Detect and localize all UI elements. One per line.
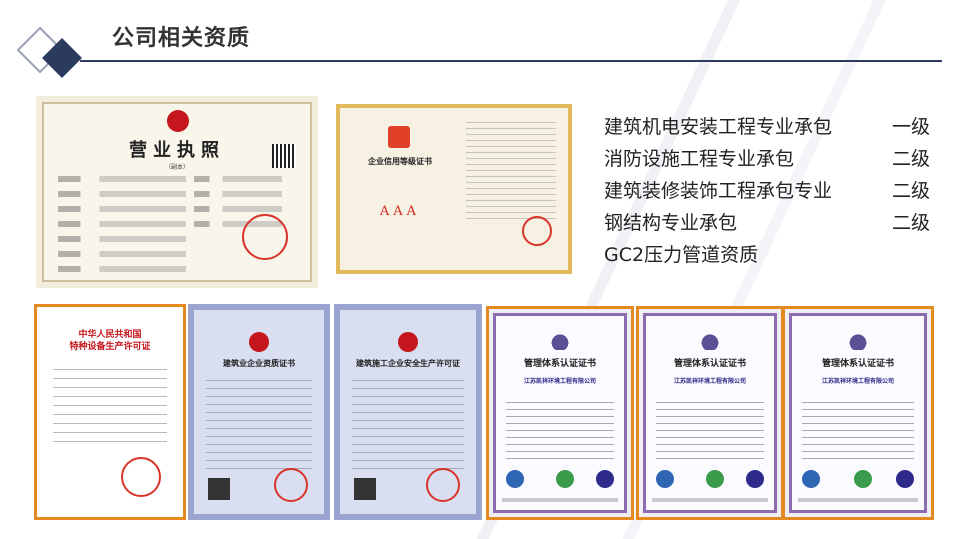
red-seal-icon: [426, 468, 460, 502]
mgmt-footer-line: [798, 498, 918, 502]
mgmt-cert-title: 管理体系认证证书: [821, 359, 894, 369]
certification-mark-icon: [846, 326, 870, 350]
qualification-item: 消防设施工程专业承包 二级: [604, 144, 934, 176]
qualification-text-lines: [206, 380, 312, 470]
accreditation-logos: [802, 470, 914, 488]
qualification-level: 一级: [891, 116, 930, 138]
accreditation-logo-icon: [854, 470, 872, 488]
enterprise-qualification-certificate-image: 建筑业企业资质证书: [188, 304, 330, 520]
qr-code-icon: [208, 478, 230, 500]
qualification-list: 建筑机电安装工程专业承包 一级 消防设施工程专业承包 二级 建筑装修装饰工程承包…: [604, 112, 934, 272]
management-system-certificate-image: 管理体系认证证书 江苏凯祥环境工程有限公司: [636, 306, 784, 520]
business-license-image: 营业执照 （副本）: [36, 96, 318, 288]
qualification-item: 建筑机电安装工程专业承包 一级: [604, 112, 934, 144]
mgmt-cert-company: 江苏凯祥环境工程有限公司: [673, 378, 746, 385]
safety-text-lines: [352, 380, 464, 470]
qualification-level: 二级: [891, 148, 930, 170]
certification-mark-icon: [548, 326, 572, 350]
qualification-cert-title: 建筑业企业资质证书: [223, 359, 295, 368]
credit-logo-icon: [388, 126, 410, 148]
license-subtitle: （副本）: [164, 164, 189, 171]
credit-title: 企业信用等级证书: [368, 157, 432, 166]
qualification-name: GC2压力管道资质: [604, 244, 759, 266]
qualification-level: 二级: [891, 180, 930, 202]
iaf-logo-icon: [506, 470, 524, 488]
page-title: 公司相关资质: [112, 26, 251, 51]
qualification-name: 建筑机电安装工程专业承包: [604, 116, 833, 138]
mgmt-cert-title: 管理体系认证证书: [673, 359, 746, 369]
qr-code-icon: [354, 478, 376, 500]
safety-production-permit-image: 建筑施工企业安全生产许可证: [334, 304, 482, 520]
credit-text-lines: [466, 122, 556, 222]
special-text-lines: [53, 369, 167, 449]
mgmt-footer-line: [652, 498, 768, 502]
qualification-name: 建筑装修装饰工程承包专业: [604, 180, 833, 202]
red-seal-icon: [121, 457, 161, 497]
credit-rating: AAA: [379, 204, 421, 219]
safety-permit-title: 建筑施工企业安全生产许可证: [356, 359, 460, 368]
credit-cover: 企业信用等级证书 AAA: [348, 116, 452, 262]
mgmt-footer-line: [502, 498, 618, 502]
qualification-level: 二级: [891, 212, 930, 234]
mgmt-cert-company: 江苏凯祥环境工程有限公司: [523, 378, 596, 385]
qualification-name: 钢结构专业承包: [604, 212, 738, 234]
national-emblem-icon: [167, 110, 189, 132]
header-divider: [80, 60, 942, 62]
red-seal-icon: [242, 214, 288, 260]
credit-body: [458, 116, 564, 262]
special-equipment-license-image: 中华人民共和国 特种设备生产许可证: [34, 304, 186, 520]
red-seal-icon: [274, 468, 308, 502]
qr-code-icon: [272, 144, 296, 168]
qualification-item: 建筑装修装饰工程承包专业 二级: [604, 176, 934, 208]
mgmt-text-lines: [656, 402, 764, 462]
accreditation-logos: [656, 470, 764, 488]
special-title-line2: 特种设备生产许可证: [69, 342, 151, 352]
diamond-logo-icon: [16, 26, 82, 78]
mgmt-text-lines: [506, 402, 614, 462]
accreditation-logo-icon: [706, 470, 724, 488]
license-border: 营业执照 （副本）: [42, 102, 312, 282]
qualification-name: 消防设施工程专业承包: [604, 148, 795, 170]
certification-mark-icon: [698, 326, 722, 350]
qualification-item: 钢结构专业承包 二级: [604, 208, 934, 240]
certification-logo-icon: [746, 470, 764, 488]
accreditation-logo-icon: [556, 470, 574, 488]
management-system-certificate-image: 管理体系认证证书 江苏凯祥环境工程有限公司: [486, 306, 634, 520]
mgmt-text-lines: [802, 402, 914, 462]
certification-logo-icon: [896, 470, 914, 488]
iaf-logo-icon: [656, 470, 674, 488]
mgmt-cert-title: 管理体系认证证书: [523, 359, 596, 369]
management-system-certificate-image: 管理体系认证证书 江苏凯祥环境工程有限公司: [782, 306, 934, 520]
certification-logo-icon: [596, 470, 614, 488]
accreditation-logos: [506, 470, 614, 488]
mgmt-cert-company: 江苏凯祥环境工程有限公司: [821, 378, 894, 385]
iaf-logo-icon: [802, 470, 820, 488]
red-seal-icon: [522, 216, 552, 246]
credit-rating-certificate-image: 企业信用等级证书 AAA: [336, 104, 572, 274]
qualification-item: GC2压力管道资质: [604, 240, 934, 272]
license-title: 营业执照: [129, 140, 225, 161]
national-emblem-icon: [398, 332, 418, 352]
national-emblem-icon: [249, 332, 269, 352]
